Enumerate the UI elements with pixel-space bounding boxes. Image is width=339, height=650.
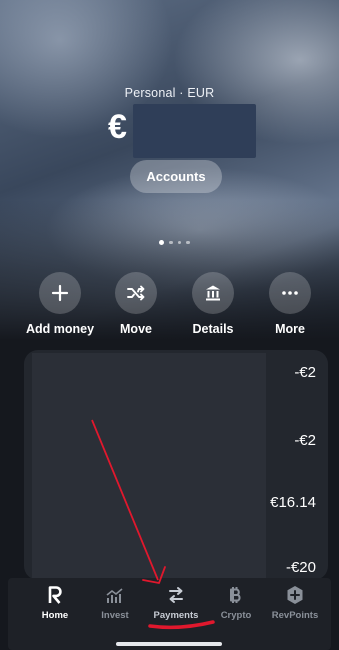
transaction-amount[interactable]: -€2 — [294, 364, 316, 381]
bank-icon — [192, 272, 234, 314]
carousel-pager[interactable] — [159, 240, 190, 245]
quick-actions: Add money Move Details More — [0, 272, 339, 340]
transaction-amount[interactable]: -€2 — [294, 432, 316, 449]
details-label: Details — [192, 322, 234, 336]
tab-label: RevPoints — [271, 610, 319, 621]
more-icon — [269, 272, 311, 314]
balance: € — [108, 104, 256, 158]
account-label[interactable]: Personal · EUR — [0, 86, 339, 100]
tab-label: Payments — [153, 610, 199, 621]
transfer-arrows-icon — [166, 584, 186, 606]
tab-label: Home — [41, 610, 69, 621]
tab-revpoints[interactable]: RevPoints — [265, 584, 325, 621]
transactions-card: -€2 -€2 €16.14 -€20 — [24, 350, 328, 580]
revpoints-icon — [286, 584, 304, 606]
tab-label: Crypto — [220, 610, 252, 621]
bottom-tab-bar: Home Invest Payments Crypto RevPoints — [8, 578, 331, 650]
more-label: More — [275, 322, 305, 336]
bitcoin-icon — [228, 584, 244, 606]
home-indicator[interactable] — [116, 642, 222, 646]
add-money-button[interactable]: Add money — [18, 272, 102, 336]
details-button[interactable]: Details — [171, 272, 255, 336]
move-label: Move — [120, 322, 152, 336]
tab-invest[interactable]: Invest — [85, 584, 145, 621]
pager-dot-active — [159, 240, 164, 245]
transaction-amount[interactable]: €16.14 — [270, 494, 316, 511]
plus-icon — [39, 272, 81, 314]
tab-home[interactable]: Home — [25, 584, 85, 621]
more-button[interactable]: More — [248, 272, 332, 336]
move-button[interactable]: Move — [94, 272, 178, 336]
pager-dot — [177, 240, 181, 245]
transaction-amount[interactable]: -€20 — [286, 559, 316, 576]
tab-crypto[interactable]: Crypto — [206, 584, 266, 621]
tab-label: Invest — [101, 610, 129, 621]
transactions-redaction — [32, 353, 266, 580]
balance-redaction — [132, 104, 256, 158]
app-screen: Personal · EUR € Accounts Add money Move — [0, 0, 339, 650]
tab-payments[interactable]: Payments — [146, 584, 206, 621]
revolut-r-icon — [48, 584, 62, 606]
chart-icon — [105, 584, 125, 606]
shuffle-icon — [115, 272, 157, 314]
pager-dot — [169, 240, 173, 245]
add-money-label: Add money — [25, 322, 95, 336]
accounts-button[interactable]: Accounts — [130, 160, 222, 193]
currency-sign: € — [108, 107, 127, 146]
pager-dot — [186, 240, 190, 245]
